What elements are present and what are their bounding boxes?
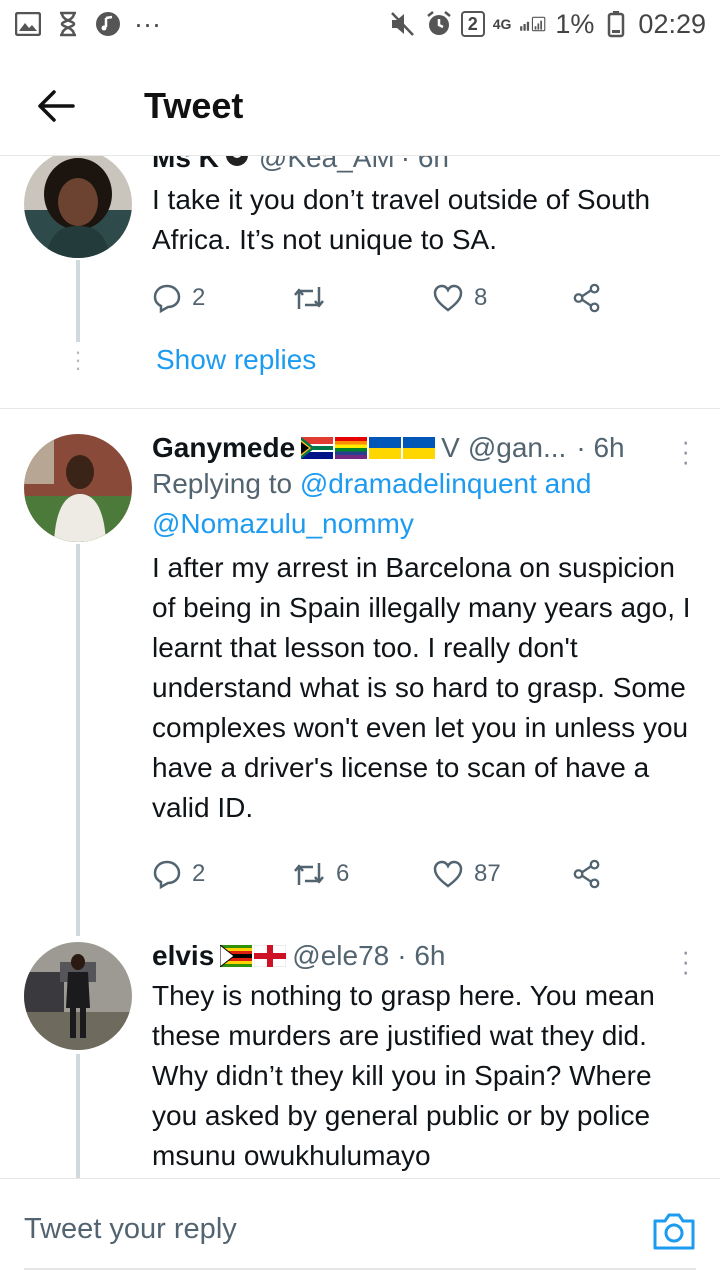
divider: [0, 408, 720, 409]
heart-icon: [433, 860, 463, 888]
user-name[interactable]: Ganymede: [152, 432, 295, 464]
app-header: Tweet: [0, 56, 720, 156]
network-type: 4G: [492, 16, 512, 32]
verified-badge: V: [441, 432, 460, 463]
reply-composer: Tweet your reply: [0, 1178, 720, 1280]
reply-input[interactable]: Tweet your reply: [24, 1213, 237, 1246]
hourglass-icon: [54, 10, 82, 38]
like-button[interactable]: 87: [432, 859, 572, 889]
flag-emojis: [220, 945, 287, 967]
more-options-button[interactable]: · · ·: [681, 428, 690, 474]
music-icon: [94, 10, 122, 38]
retweet-count: 6: [336, 860, 350, 887]
gallery-icon: [14, 10, 42, 38]
reply-icon: [153, 284, 181, 313]
user-handle[interactable]: @ele78: [292, 940, 389, 972]
tweet-meta: elvis @ele78 · 6h: [152, 940, 698, 972]
user-handle[interactable]: @gan...: [468, 432, 566, 464]
tweet[interactable]: Ms K @Kea_AM · 6h I take it you don’t tr…: [152, 156, 698, 260]
like-button[interactable]: 8: [432, 283, 572, 313]
share-button[interactable]: [572, 282, 612, 314]
retweet-icon: [294, 863, 324, 885]
page-title: Tweet: [144, 84, 244, 126]
user-handle[interactable]: @Kea_AM: [259, 156, 395, 174]
ukraine-flag-icon: [369, 437, 402, 459]
arrow-left-icon: [38, 89, 75, 122]
eight-ball-icon: [225, 156, 249, 174]
user-name[interactable]: Ms K: [152, 156, 219, 174]
mention-link[interactable]: @Nomazulu_nommy: [152, 508, 414, 539]
reply-button[interactable]: 2: [152, 283, 292, 313]
flag-emojis: [301, 437, 436, 459]
user-name[interactable]: elvis: [152, 940, 214, 972]
tweet[interactable]: Ganymede V @gan... · 6h Replying to @dra…: [152, 432, 698, 828]
share-icon: [573, 859, 600, 889]
tweet-actions: 2 8: [152, 282, 622, 314]
like-count: 87: [474, 860, 501, 887]
like-count: 8: [474, 284, 488, 311]
battery-level: 1%: [555, 8, 595, 39]
camera-icon: [653, 1213, 695, 1250]
avatar[interactable]: [24, 434, 132, 542]
reply-count: 2: [192, 860, 206, 887]
ukraine-flag-icon: [403, 437, 436, 459]
thread-line: [76, 544, 80, 936]
replying-and: and: [536, 468, 592, 499]
signal-icon: [519, 10, 547, 38]
tweet-timeline[interactable]: · · · Ms K @Kea_AM · 6h I take it you don’…: [0, 156, 720, 1178]
replying-to: Replying to @dramadelinquent and @Nomazu…: [152, 464, 698, 544]
mute-icon: [389, 10, 417, 38]
thread-line: [76, 1054, 80, 1178]
tweet-time: · 6h: [576, 432, 625, 463]
replying-prefix: Replying to: [152, 468, 300, 499]
tweet-meta: Ms K @Kea_AM · 6h: [152, 156, 698, 174]
reply-icon: [153, 860, 181, 889]
thread-dots: · · ·: [74, 339, 82, 380]
zimbabwe-flag-icon: [220, 945, 253, 967]
tweet-text: I take it you don’t travel outside of So…: [152, 184, 651, 255]
alarm-icon: [425, 10, 453, 38]
show-replies-link[interactable]: Show replies: [156, 344, 316, 376]
tweet-time: · 6h: [397, 940, 446, 971]
mention-link[interactable]: @dramadelinquent: [300, 468, 537, 499]
more-notifications-indicator: ···: [134, 8, 161, 39]
reply-count: 2: [192, 284, 206, 311]
england-flag-icon: [254, 945, 287, 967]
south-africa-flag-icon: [301, 437, 334, 459]
tweet-time: · 6h: [400, 156, 449, 173]
retweet-button[interactable]: [292, 283, 432, 313]
battery-icon: [602, 10, 630, 38]
more-options-button[interactable]: · · ·: [681, 938, 690, 984]
share-icon: [573, 283, 600, 313]
avatar[interactable]: [24, 942, 132, 1050]
heart-icon: [433, 284, 463, 312]
share-button[interactable]: [572, 858, 612, 890]
clock: 02:29: [638, 8, 706, 39]
back-button[interactable]: [26, 76, 86, 136]
tweet-text: I after my arrest in Barcelona on suspic…: [152, 552, 691, 823]
retweet-button[interactable]: 6: [292, 859, 432, 889]
reply-button[interactable]: 2: [152, 859, 292, 889]
avatar[interactable]: [24, 156, 132, 258]
sim-badge: 2: [460, 11, 485, 37]
camera-button[interactable]: [652, 1211, 696, 1251]
rainbow-flag-icon: [335, 437, 368, 459]
thread-line: [76, 260, 80, 342]
status-bar: ··· 2 4G 1% 02:29: [0, 0, 720, 48]
tweet[interactable]: elvis @ele78 · 6h They is nothing to gra…: [152, 940, 698, 1176]
input-underline: [24, 1268, 696, 1270]
tweet-meta: Ganymede V @gan... · 6h: [152, 432, 698, 464]
tweet-text: They is nothing to grasp here. You mean …: [152, 980, 655, 1171]
tweet-actions: 2 6 87: [152, 858, 622, 890]
retweet-icon: [294, 287, 324, 309]
